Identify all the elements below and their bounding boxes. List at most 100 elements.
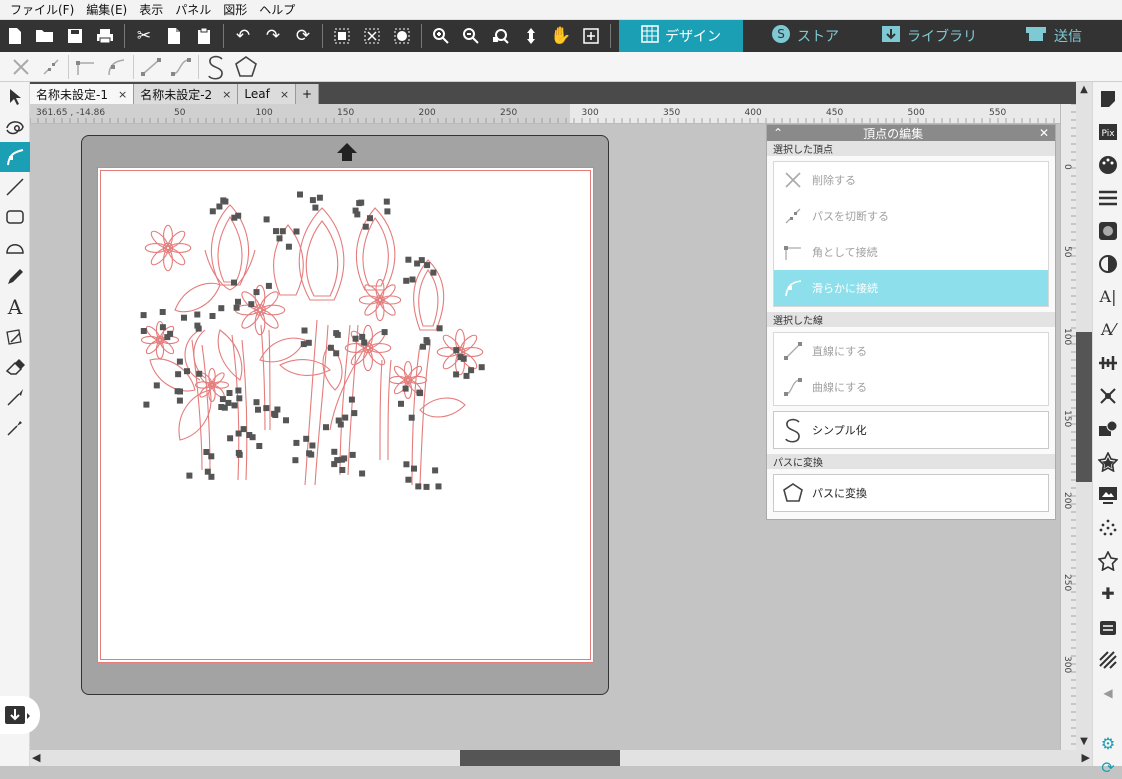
send-panel-toggle[interactable] — [0, 696, 40, 734]
path-node[interactable] — [159, 324, 166, 331]
eyedropper-icon[interactable] — [0, 412, 30, 442]
path-node[interactable] — [219, 396, 226, 403]
path-node[interactable] — [327, 344, 334, 351]
path-node[interactable] — [331, 448, 338, 455]
gear-icon[interactable]: ⚙ — [1093, 731, 1122, 755]
replicate-icon[interactable] — [1093, 379, 1122, 412]
path-node[interactable] — [312, 204, 319, 211]
path-node[interactable] — [209, 208, 216, 215]
transparency-icon[interactable] — [1093, 247, 1122, 280]
delete-point-button[interactable]: 削除する — [774, 162, 1048, 198]
path-node[interactable] — [305, 339, 312, 346]
path-node[interactable] — [453, 371, 460, 378]
path-node[interactable] — [203, 449, 210, 455]
break-path-icon[interactable] — [36, 53, 66, 81]
text-tool-icon[interactable]: A — [0, 292, 30, 322]
path-node[interactable] — [436, 325, 443, 332]
open-folder-icon[interactable] — [30, 20, 60, 52]
refresh-icon[interactable]: ⟳ — [288, 20, 318, 52]
path-node[interactable] — [415, 483, 422, 490]
corner-point-icon[interactable] — [71, 53, 101, 81]
path-node[interactable] — [348, 396, 355, 403]
scroll-thumb[interactable] — [1076, 332, 1092, 482]
fill-pattern-icon[interactable] — [1093, 214, 1122, 247]
path-node[interactable] — [309, 197, 316, 204]
path-node[interactable] — [231, 402, 238, 409]
path-node[interactable] — [235, 387, 242, 394]
path-node[interactable] — [478, 364, 485, 371]
path-node[interactable] — [236, 395, 243, 402]
path-node[interactable] — [418, 257, 425, 264]
print-icon[interactable] — [90, 20, 120, 52]
ungroup-icon[interactable] — [357, 20, 387, 52]
path-node[interactable] — [227, 435, 234, 442]
pan-hand-icon[interactable]: ✋ — [546, 20, 576, 52]
path-node[interactable] — [143, 401, 150, 408]
path-node[interactable] — [184, 368, 190, 375]
path-node[interactable] — [308, 451, 315, 458]
path-node[interactable] — [361, 339, 368, 346]
scroll-left-icon[interactable]: ◀ — [32, 751, 40, 764]
zoom-select-icon[interactable] — [486, 20, 516, 52]
delete-point-icon[interactable] — [6, 53, 36, 81]
close-icon[interactable]: × — [118, 88, 127, 101]
path-node[interactable] — [423, 483, 430, 490]
close-icon[interactable]: ✕ — [1039, 126, 1049, 140]
cut-icon[interactable]: ✂ — [129, 20, 159, 52]
path-node[interactable] — [341, 455, 348, 462]
layers-icon[interactable] — [1093, 610, 1122, 643]
path-node[interactable] — [457, 354, 464, 361]
path-node[interactable] — [337, 421, 344, 428]
path-node[interactable] — [220, 197, 227, 204]
path-node[interactable] — [342, 414, 349, 421]
select-arrow-icon[interactable] — [0, 82, 30, 112]
arc-tool-icon[interactable] — [0, 232, 30, 262]
path-node[interactable] — [316, 194, 323, 201]
line-tool-icon[interactable] — [0, 172, 30, 202]
rectangle-tool-icon[interactable] — [0, 202, 30, 232]
path-node[interactable] — [309, 442, 316, 449]
path-node[interactable] — [292, 457, 299, 464]
doc-tab-1[interactable]: 名称未設定-1 × — [30, 84, 135, 104]
path-node[interactable] — [468, 367, 475, 374]
tab-design[interactable]: デザイン — [619, 20, 743, 52]
path-node[interactable] — [265, 282, 272, 289]
path-node[interactable] — [408, 414, 415, 421]
make-straight-button[interactable]: 直線にする — [774, 333, 1048, 369]
hatch-icon[interactable] — [1093, 643, 1122, 676]
text-path-icon[interactable]: A⁄ — [1093, 313, 1122, 346]
make-curve-button[interactable]: 曲線にする — [774, 369, 1048, 405]
path-node[interactable] — [273, 228, 279, 235]
path-node[interactable] — [405, 476, 412, 483]
close-icon[interactable]: × — [222, 88, 231, 101]
path-node[interactable] — [402, 385, 409, 392]
path-node[interactable] — [352, 335, 359, 342]
scroll-up-icon[interactable]: ▲ — [1078, 84, 1090, 96]
path-node[interactable] — [181, 314, 187, 321]
collapse-icon[interactable]: ⌃ — [773, 126, 783, 140]
fill-palette-icon[interactable] — [1093, 148, 1122, 181]
path-node[interactable] — [176, 358, 183, 365]
puzzle-icon[interactable]: ✚ — [1093, 577, 1122, 610]
path-node[interactable] — [381, 329, 388, 336]
path-node[interactable] — [283, 417, 289, 424]
curve-line-icon[interactable] — [166, 53, 196, 81]
path-node[interactable] — [359, 333, 366, 340]
path-node[interactable] — [233, 304, 240, 311]
path-node[interactable] — [231, 279, 237, 286]
path-node[interactable] — [359, 470, 366, 477]
path-node[interactable] — [231, 214, 238, 221]
path-node[interactable] — [174, 388, 181, 395]
scroll-down-icon[interactable]: ▼ — [1078, 736, 1090, 748]
path-node[interactable] — [194, 311, 201, 318]
sync-icon[interactable]: ⟳ — [1093, 755, 1122, 779]
path-node[interactable] — [430, 269, 437, 276]
path-node[interactable] — [405, 256, 412, 263]
simplify-button[interactable]: シンプル化 — [773, 411, 1049, 449]
path-node[interactable] — [297, 191, 303, 198]
path-node[interactable] — [323, 424, 329, 431]
collapse-left-icon[interactable]: ◀ — [1093, 676, 1122, 709]
path-node[interactable] — [263, 405, 270, 412]
offset-star-icon[interactable] — [1093, 445, 1122, 478]
convert-path-icon[interactable] — [231, 53, 261, 81]
